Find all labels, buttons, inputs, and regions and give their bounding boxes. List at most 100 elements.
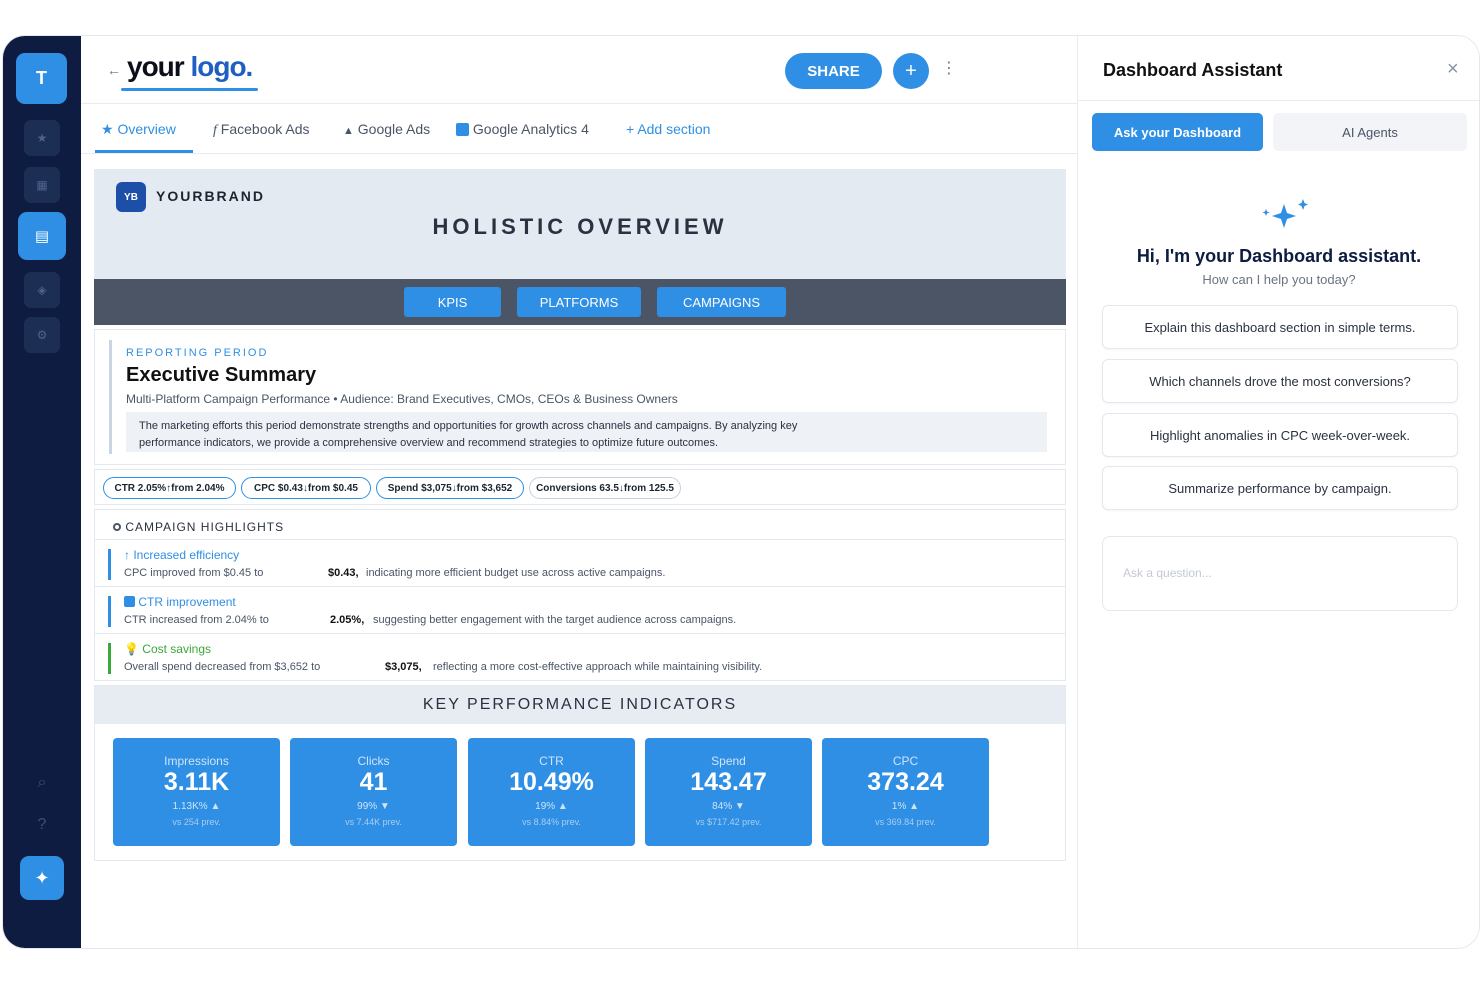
share-button[interactable]: SHARE [785,53,882,89]
description-line: The marketing efforts this period demons… [139,420,798,432]
search-icon[interactable]: ⌕ [30,774,54,792]
close-icon[interactable]: × [1447,58,1459,81]
highlight-heading-text: Cost savings [142,642,211,656]
highlight-text: CPC improved from $0.45 to [124,567,264,579]
kpi-card-cpc[interactable]: CPC 373.24 1% ▲ vs 369.84 prev. [822,738,989,846]
kpi-value: 3.11K [163,768,230,796]
tab-label: Facebook Ads [220,121,310,137]
page-title: HOLISTIC OVERVIEW [432,214,728,239]
tab-ai-agents[interactable]: AI Agents [1273,113,1467,151]
kpi-label: Spend [711,754,746,768]
executive-summary-card: REPORTING PERIOD Executive Summary Multi… [94,329,1066,465]
highlight-row: 💡 Cost savings Overall spend decreased f… [95,633,1065,680]
assistant-help-text: How can I help you today? [1202,272,1356,287]
highlight-value: $0.43, [328,567,359,579]
highlight-heading: ↑ Increased efficiency [124,548,240,562]
hero-banner: YB YOURBRAND HOLISTIC OVERVIEW [94,169,1066,279]
tab-google-ads[interactable]: ▲ Google Ads [343,121,430,137]
assistant-panel: Dashboard Assistant × Ask your Dashboard… [1077,36,1479,948]
highlight-text: Overall spend decreased from $3,652 to [124,661,321,673]
logo-underline [121,88,258,91]
back-arrow-icon[interactable]: ← [107,62,121,78]
ask-question-input[interactable] [1102,536,1458,611]
kpi-previous: vs 7.44K prev. [345,817,402,827]
kpi-card-spend[interactable]: Spend 143.47 84% ▼ vs $717.42 prev. [645,738,812,846]
brand-logo: your logo. [127,51,253,83]
accent-bar [108,549,111,580]
plus-icon: + [626,121,635,137]
app-window: T ★ ▦ ▤ ◈ ⚙ ⌕ ? ✦ ← your logo. SHARE + ⋮… [3,36,1479,948]
tab-label: Google Ads [357,121,431,137]
add-button[interactable]: + [893,53,929,89]
section-tabs: ★ Overview f Facebook Ads ▲ Google Ads G… [81,104,1077,154]
tab-ask-dashboard[interactable]: Ask your Dashboard [1092,113,1263,151]
workspace-avatar[interactable]: T [16,53,67,104]
kpi-label: Impressions [164,754,229,768]
kpi-previous: vs 254 prev. [172,817,221,827]
gear-icon[interactable]: ⚙ [24,317,60,353]
nav-kpis-button[interactable]: KPIS [404,287,501,317]
kpi-card-ctr[interactable]: CTR 10.49% 19% ▲ vs 8.84% prev. [468,738,635,846]
ctr-chip: CTR 2.05%↑from 2.04% [103,477,236,499]
tab-facebook-ads[interactable]: f Facebook Ads [213,121,310,139]
suggestion-button[interactable]: Highlight anomalies in CPC week-over-wee… [1102,413,1458,457]
executive-summary-title: Executive Summary [126,364,317,386]
help-icon[interactable]: ? [30,816,54,834]
star-icon: ★ [101,121,114,137]
brand-name: YOURBRAND [156,188,265,204]
tag-icon[interactable]: ◈ [24,272,60,308]
kpi-change: 19% ▲ [535,801,568,812]
kpi-card-impressions[interactable]: Impressions 3.11K 1.13K% ▲ vs 254 prev. [113,738,280,846]
divider [1078,100,1479,101]
grid-icon[interactable]: ▦ [24,167,60,203]
suggestion-button[interactable]: Summarize performance by campaign. [1102,466,1458,510]
reporting-period-label: REPORTING PERIOD [126,347,269,359]
kpi-label: Clicks [357,754,390,768]
assistant-greeting: Hi, I'm your Dashboard assistant. [1136,246,1422,266]
kpi-change: 84% ▼ [712,801,745,812]
suggestion-button[interactable]: Which channels drove the most conversion… [1102,359,1458,403]
assistant-title: Dashboard Assistant [1103,60,1283,80]
tab-label: Google Analytics 4 [472,121,589,137]
more-options-icon[interactable]: ⋮ [941,58,957,78]
campaign-highlights: CAMPAIGN HIGHLIGHTS ↑ Increased efficien… [94,509,1066,681]
logo-text-logo: logo. [190,51,253,82]
tab-google-analytics[interactable]: Google Analytics 4 [456,121,589,137]
sparkle-icon[interactable]: ✦ [20,856,64,900]
cpc-chip: CPC $0.43↓from $0.45 [241,477,371,499]
kpi-previous: vs $717.42 prev. [695,817,762,827]
conversions-chip: Conversions 63.5↓from 125.5 [529,477,681,499]
highlight-text: suggesting better engagement with the ta… [373,614,737,626]
executive-description: The marketing efforts this period demons… [126,412,1047,452]
main-area: ← your logo. SHARE + ⋮ ★ Overview f Face… [81,36,1077,948]
kpi-previous: vs 369.84 prev. [875,817,936,827]
tab-label: Overview [117,121,176,137]
nav-campaigns-button[interactable]: CAMPAIGNS [657,287,786,317]
tab-add-section[interactable]: + Add section [626,121,710,137]
nav-platforms-button[interactable]: PLATFORMS [517,287,641,317]
brand-badge: YB [116,182,146,212]
tab-label: Add section [637,121,711,137]
highlight-value: $3,075, [385,661,422,673]
kpi-card-clicks[interactable]: Clicks 41 99% ▼ vs 7.44K prev. [290,738,457,846]
lightbulb-icon: 💡 [124,642,139,656]
highlight-row: ↑ Increased efficiency CPC improved from… [95,539,1065,586]
circle-icon [113,523,121,531]
highlight-text: CTR increased from 2.04% to [124,614,269,626]
executive-subtitle: Multi-Platform Campaign Performance • Au… [126,392,678,406]
highlight-value: 2.05%, [330,614,365,626]
highlights-title: CAMPAIGN HIGHLIGHTS [113,520,284,534]
top-bar: ← your logo. SHARE + ⋮ [81,36,1077,104]
accent-bar [109,340,112,454]
dashboard-icon[interactable]: ▤ [18,212,66,260]
tab-overview[interactable]: ★ Overview [101,121,176,138]
suggestion-button[interactable]: Explain this dashboard section in simple… [1102,305,1458,349]
kpi-label: CTR [539,754,564,768]
star-icon[interactable]: ★ [24,120,60,156]
kpi-change: 1% ▲ [891,801,920,812]
spend-chip: Spend $3,075↓from $3,652 [376,477,524,499]
highlight-heading: CTR improvement [124,595,236,609]
facebook-icon: f [213,123,217,138]
kpi-title: KEY PERFORMANCE INDICATORS [95,686,1065,724]
kpi-previous: vs 8.84% prev. [522,817,581,827]
